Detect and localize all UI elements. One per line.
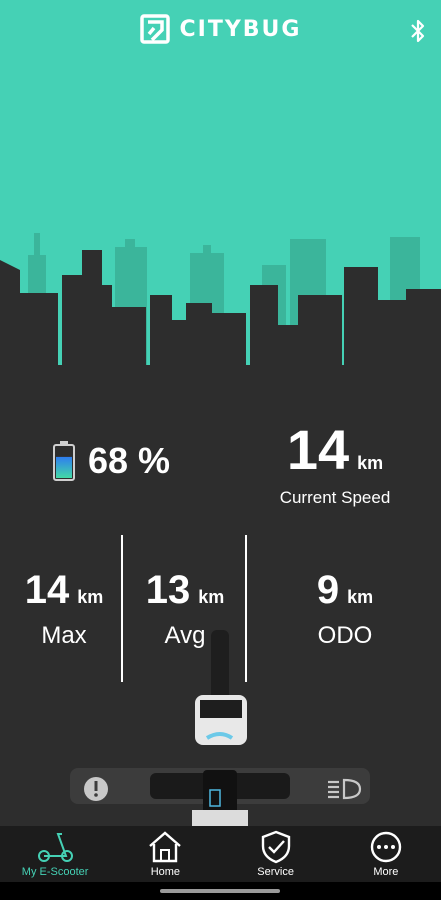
nav-label: My E-Scooter bbox=[21, 866, 89, 878]
current-speed-unit: km bbox=[357, 453, 384, 473]
nav-label: Home bbox=[150, 866, 181, 878]
bottom-nav: My E-Scooter Home Service More bbox=[0, 826, 441, 882]
battery-icon bbox=[53, 441, 75, 481]
more-icon bbox=[370, 831, 402, 863]
app-screen: CITYBUG 68 % 14 km Current Speed 14 km M… bbox=[0, 0, 441, 900]
current-speed-value: 14 bbox=[286, 418, 350, 481]
home-indicator[interactable] bbox=[160, 889, 280, 893]
city-skyline bbox=[0, 233, 441, 375]
stat-max-value: 14 bbox=[24, 568, 70, 612]
shield-check-icon bbox=[261, 830, 290, 864]
stat-max-unit: km bbox=[77, 587, 104, 607]
nav-more[interactable]: More bbox=[331, 826, 441, 882]
citybug-logo-icon bbox=[139, 14, 170, 44]
nav-service[interactable]: Service bbox=[221, 826, 331, 882]
stat-avg-unit: km bbox=[198, 587, 225, 607]
current-speed-label: Current Speed bbox=[279, 488, 391, 507]
stat-odo-value: 9 bbox=[316, 568, 340, 612]
bluetooth-icon[interactable] bbox=[409, 18, 427, 44]
nav-label: Service bbox=[257, 866, 294, 878]
scooter-illustration bbox=[70, 630, 370, 830]
battery-status: 68 % bbox=[52, 440, 170, 482]
stat-avg-value: 13 bbox=[145, 568, 191, 612]
battery-percent: 68 % bbox=[88, 440, 171, 481]
nav-label: More bbox=[373, 866, 399, 878]
brand-name: CITYBUG bbox=[179, 16, 302, 42]
scooter-icon bbox=[38, 833, 74, 862]
brand-header: CITYBUG bbox=[0, 14, 441, 44]
stat-odo-unit: km bbox=[347, 587, 374, 607]
current-speed: 14 km Current Speed bbox=[260, 422, 410, 508]
nav-my-e-scooter[interactable]: My E-Scooter bbox=[0, 826, 110, 882]
nav-home[interactable]: Home bbox=[110, 826, 220, 882]
home-icon bbox=[149, 831, 182, 863]
warning-icon[interactable] bbox=[84, 777, 108, 801]
